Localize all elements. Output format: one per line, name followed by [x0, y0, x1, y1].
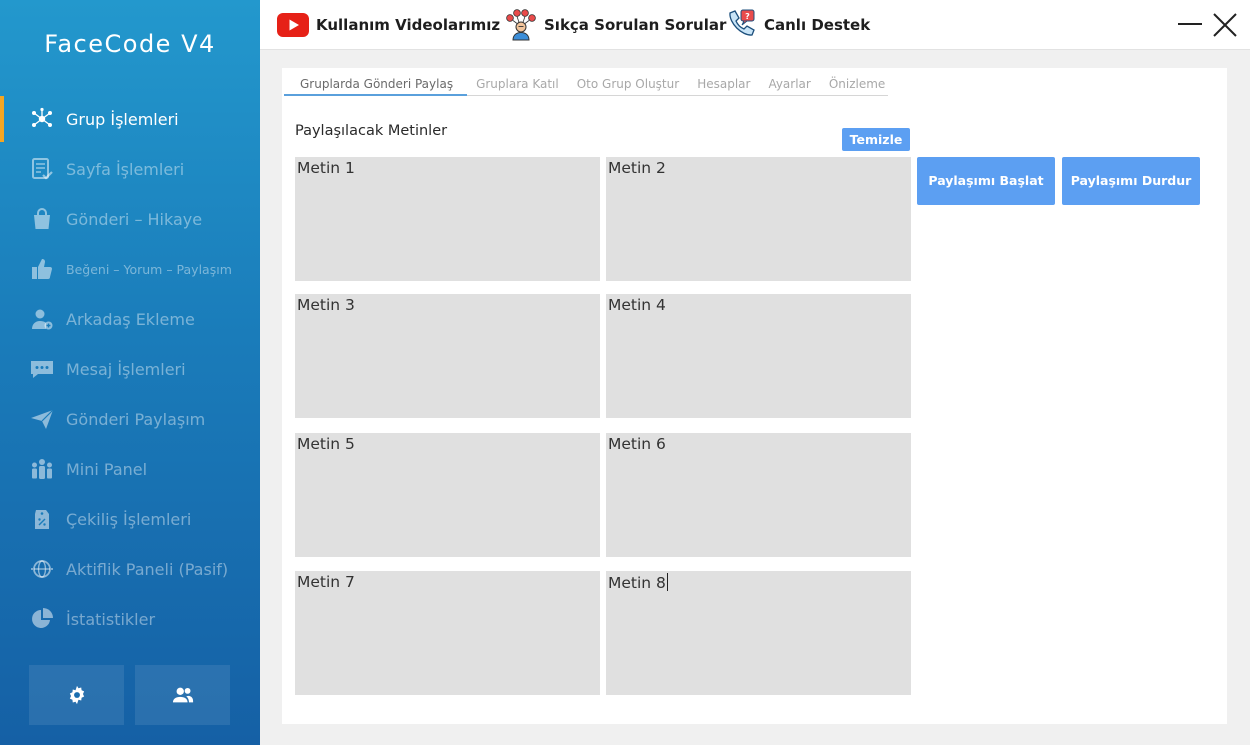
text-area-4[interactable]: Metin 4 [606, 294, 911, 418]
shopping-bag-icon [30, 207, 54, 231]
add-user-icon [30, 307, 54, 331]
sidebar-item-label: İstatistikler [66, 609, 156, 629]
thumbs-up-icon [30, 257, 54, 281]
sidebar-item-grup-islemleri[interactable]: Grup İşlemleri [0, 94, 260, 144]
tab-bar: Gruplarda Gönderi Paylaş Gruplara Katıl … [284, 76, 888, 96]
tab-hesaplar[interactable]: Hesaplar [688, 76, 759, 96]
globe-icon [30, 557, 54, 581]
close-button[interactable] [1210, 10, 1240, 40]
app-title: FaceCode V4 [44, 30, 216, 58]
text-area-5[interactable]: Metin 5 [295, 433, 600, 557]
text-area-6[interactable]: Metin 6 [606, 433, 911, 557]
main-panel: Gruplarda Gönderi Paylaş Gruplara Katıl … [282, 68, 1227, 724]
sidebar-nav: Grup İşlemleri Sayfa İşlemleri Gönderi –… [0, 94, 260, 644]
support-link[interactable]: ? Canlı Destek [724, 9, 870, 41]
sidebar-item-label: Çekiliş İşlemleri [66, 509, 192, 529]
section-title: Paylaşılacak Metinler [295, 123, 448, 139]
clear-button[interactable]: Temizle [842, 128, 910, 151]
sidebar-item-cekilis-islemleri[interactable]: Çekiliş İşlemleri [0, 494, 260, 544]
phone-support-icon: ? [724, 9, 758, 41]
sidebar-item-label: Aktiflik Paneli (Pasif) [66, 559, 229, 579]
send-icon [30, 407, 54, 431]
sidebar-item-label: Beğeni – Yorum – Paylaşım [66, 261, 232, 277]
text-area-8-value: Metin 8 [608, 574, 666, 592]
sidebar-item-label: Gönderi Paylaşım [66, 409, 206, 429]
gear-icon [69, 685, 84, 705]
tab-gruplara-katil[interactable]: Gruplara Katıl [467, 76, 568, 96]
videos-link[interactable]: Kullanım Videolarımız [276, 9, 500, 41]
sidebar-item-arkadas-ekleme[interactable]: Arkadaş Ekleme [0, 294, 260, 344]
users-button[interactable] [135, 665, 230, 725]
text-area-2[interactable]: Metin 2 [606, 157, 911, 281]
faq-label: Sıkça Sorulan Sorular [544, 16, 727, 34]
sidebar-item-gonderi-paylasim[interactable]: Gönderi Paylaşım [0, 394, 260, 444]
sidebar-item-sayfa-islemleri[interactable]: Sayfa İşlemleri [0, 144, 260, 194]
chat-icon [30, 357, 54, 381]
sidebar-item-begeni-yorum-paylasim[interactable]: Beğeni – Yorum – Paylaşım [0, 244, 260, 294]
text-area-3[interactable]: Metin 3 [295, 294, 600, 418]
users-icon [172, 687, 193, 703]
sidebar-item-label: Sayfa İşlemleri [66, 159, 185, 179]
sidebar-item-label: Grup İşlemleri [66, 109, 179, 129]
text-cursor [666, 573, 668, 591]
discount-tag-icon [30, 507, 54, 531]
faq-link[interactable]: Sıkça Sorulan Sorular [504, 9, 726, 41]
start-sharing-button[interactable]: Paylaşımı Başlat [917, 157, 1055, 205]
tab-oto-grup-olustur[interactable]: Oto Grup Oluştur [568, 76, 688, 96]
text-area-7[interactable]: Metin 7 [295, 571, 600, 695]
sidebar-item-mesaj-islemleri[interactable]: Mesaj İşlemleri [0, 344, 260, 394]
svg-text:?: ? [745, 12, 750, 21]
settings-button[interactable] [29, 665, 124, 725]
close-icon [1213, 13, 1237, 37]
text-area-1[interactable]: Metin 1 [295, 157, 600, 281]
sidebar-item-mini-panel[interactable]: Mini Panel [0, 444, 260, 494]
sidebar-item-label: Mini Panel [66, 459, 148, 479]
page-check-icon [30, 157, 54, 181]
sidebar-item-istatistikler[interactable]: İstatistikler [0, 594, 260, 644]
youtube-icon [276, 9, 310, 41]
videos-label: Kullanım Videolarımız [316, 16, 501, 34]
pie-chart-icon [30, 607, 54, 631]
sidebar-item-gonderi-hikaye[interactable]: Gönderi – Hikaye [0, 194, 260, 244]
sidebar-item-aktiflik-paneli[interactable]: Aktiflik Paneli (Pasif) [0, 544, 260, 594]
sidebar-item-label: Gönderi – Hikaye [66, 209, 203, 229]
sidebar: FaceCode V4 Grup İşlemleri Sayfa İşlemle… [0, 0, 260, 745]
text-area-8[interactable]: Metin 8 [606, 571, 911, 695]
network-icon [30, 107, 54, 131]
people-group-icon [30, 457, 54, 481]
sidebar-item-label: Arkadaş Ekleme [66, 309, 195, 329]
top-bar: Kullanım Videolarımız Sıkça Sorulan Soru… [260, 0, 1250, 50]
minimize-button[interactable] [1175, 10, 1205, 40]
tab-gruplarda-gonderi-paylas[interactable]: Gruplarda Gönderi Paylaş [284, 76, 468, 96]
stop-sharing-button[interactable]: Paylaşımı Durdur [1062, 157, 1200, 205]
sidebar-item-label: Mesaj İşlemleri [66, 359, 186, 379]
minimize-icon [1178, 23, 1202, 25]
question-person-icon [504, 9, 538, 41]
tab-onizleme[interactable]: Önizleme [820, 76, 894, 96]
support-label: Canlı Destek [764, 16, 871, 34]
tab-ayarlar[interactable]: Ayarlar [759, 76, 819, 96]
